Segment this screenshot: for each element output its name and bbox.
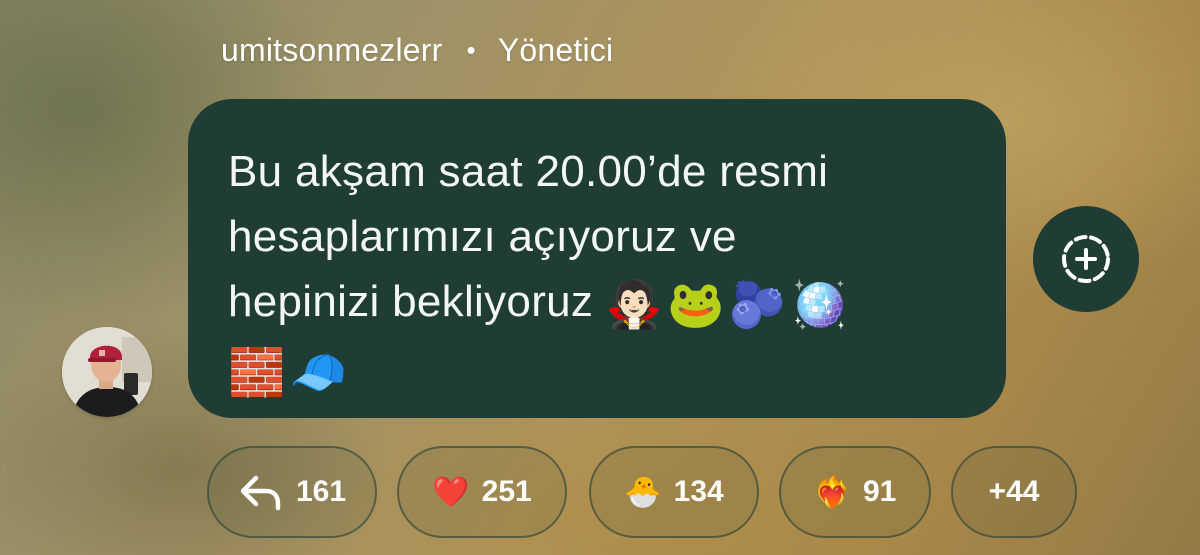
- emoji-bricks: 🧱: [228, 345, 286, 399]
- message-text: Bu akşam saat 20.00’de resmi hesaplarımı…: [228, 139, 970, 405]
- reply-arrow-icon: [240, 475, 281, 511]
- avatar[interactable]: [62, 327, 152, 417]
- emoji-frog: 🐸: [667, 277, 725, 331]
- emoji-billed-cap: 🧢: [289, 345, 348, 399]
- reaction-heart[interactable]: ❤️ 251: [397, 446, 567, 538]
- message-header: umitsonmezlerr • Yönetici: [221, 28, 613, 72]
- heart-on-fire-icon: ❤️‍🔥: [813, 474, 851, 510]
- add-reaction-button[interactable]: [1033, 206, 1139, 312]
- reaction-count: 134: [673, 475, 724, 508]
- reply-count: 161: [295, 475, 347, 508]
- reaction-hatching-chick[interactable]: 🐣 134: [589, 446, 759, 538]
- more-reactions-button[interactable]: +44: [951, 446, 1077, 538]
- avatar-photo: [62, 327, 152, 417]
- separator-dot: •: [466, 34, 476, 65]
- author-name[interactable]: umitsonmezlerr: [221, 32, 443, 69]
- reply-button[interactable]: 161: [207, 446, 377, 538]
- add-reaction-icon: [1062, 235, 1110, 283]
- reaction-heart-on-fire[interactable]: ❤️‍🔥 91: [779, 446, 931, 538]
- heart-icon: ❤️: [432, 474, 470, 510]
- emoji-blueberries: 🫐: [728, 277, 787, 331]
- author-role: Yönetici: [497, 31, 614, 68]
- more-reactions-count: +44: [988, 475, 1040, 508]
- emoji-mirror-ball: 🪩: [790, 277, 849, 331]
- reaction-count: 251: [481, 475, 532, 508]
- message-bubble[interactable]: Bu akşam saat 20.00’de resmi hesaplarımı…: [188, 99, 1006, 418]
- emoji-vampire: 🧛🏻: [605, 277, 664, 331]
- reaction-count: 91: [862, 475, 897, 508]
- hatching-chick-icon: 🐣: [624, 474, 662, 510]
